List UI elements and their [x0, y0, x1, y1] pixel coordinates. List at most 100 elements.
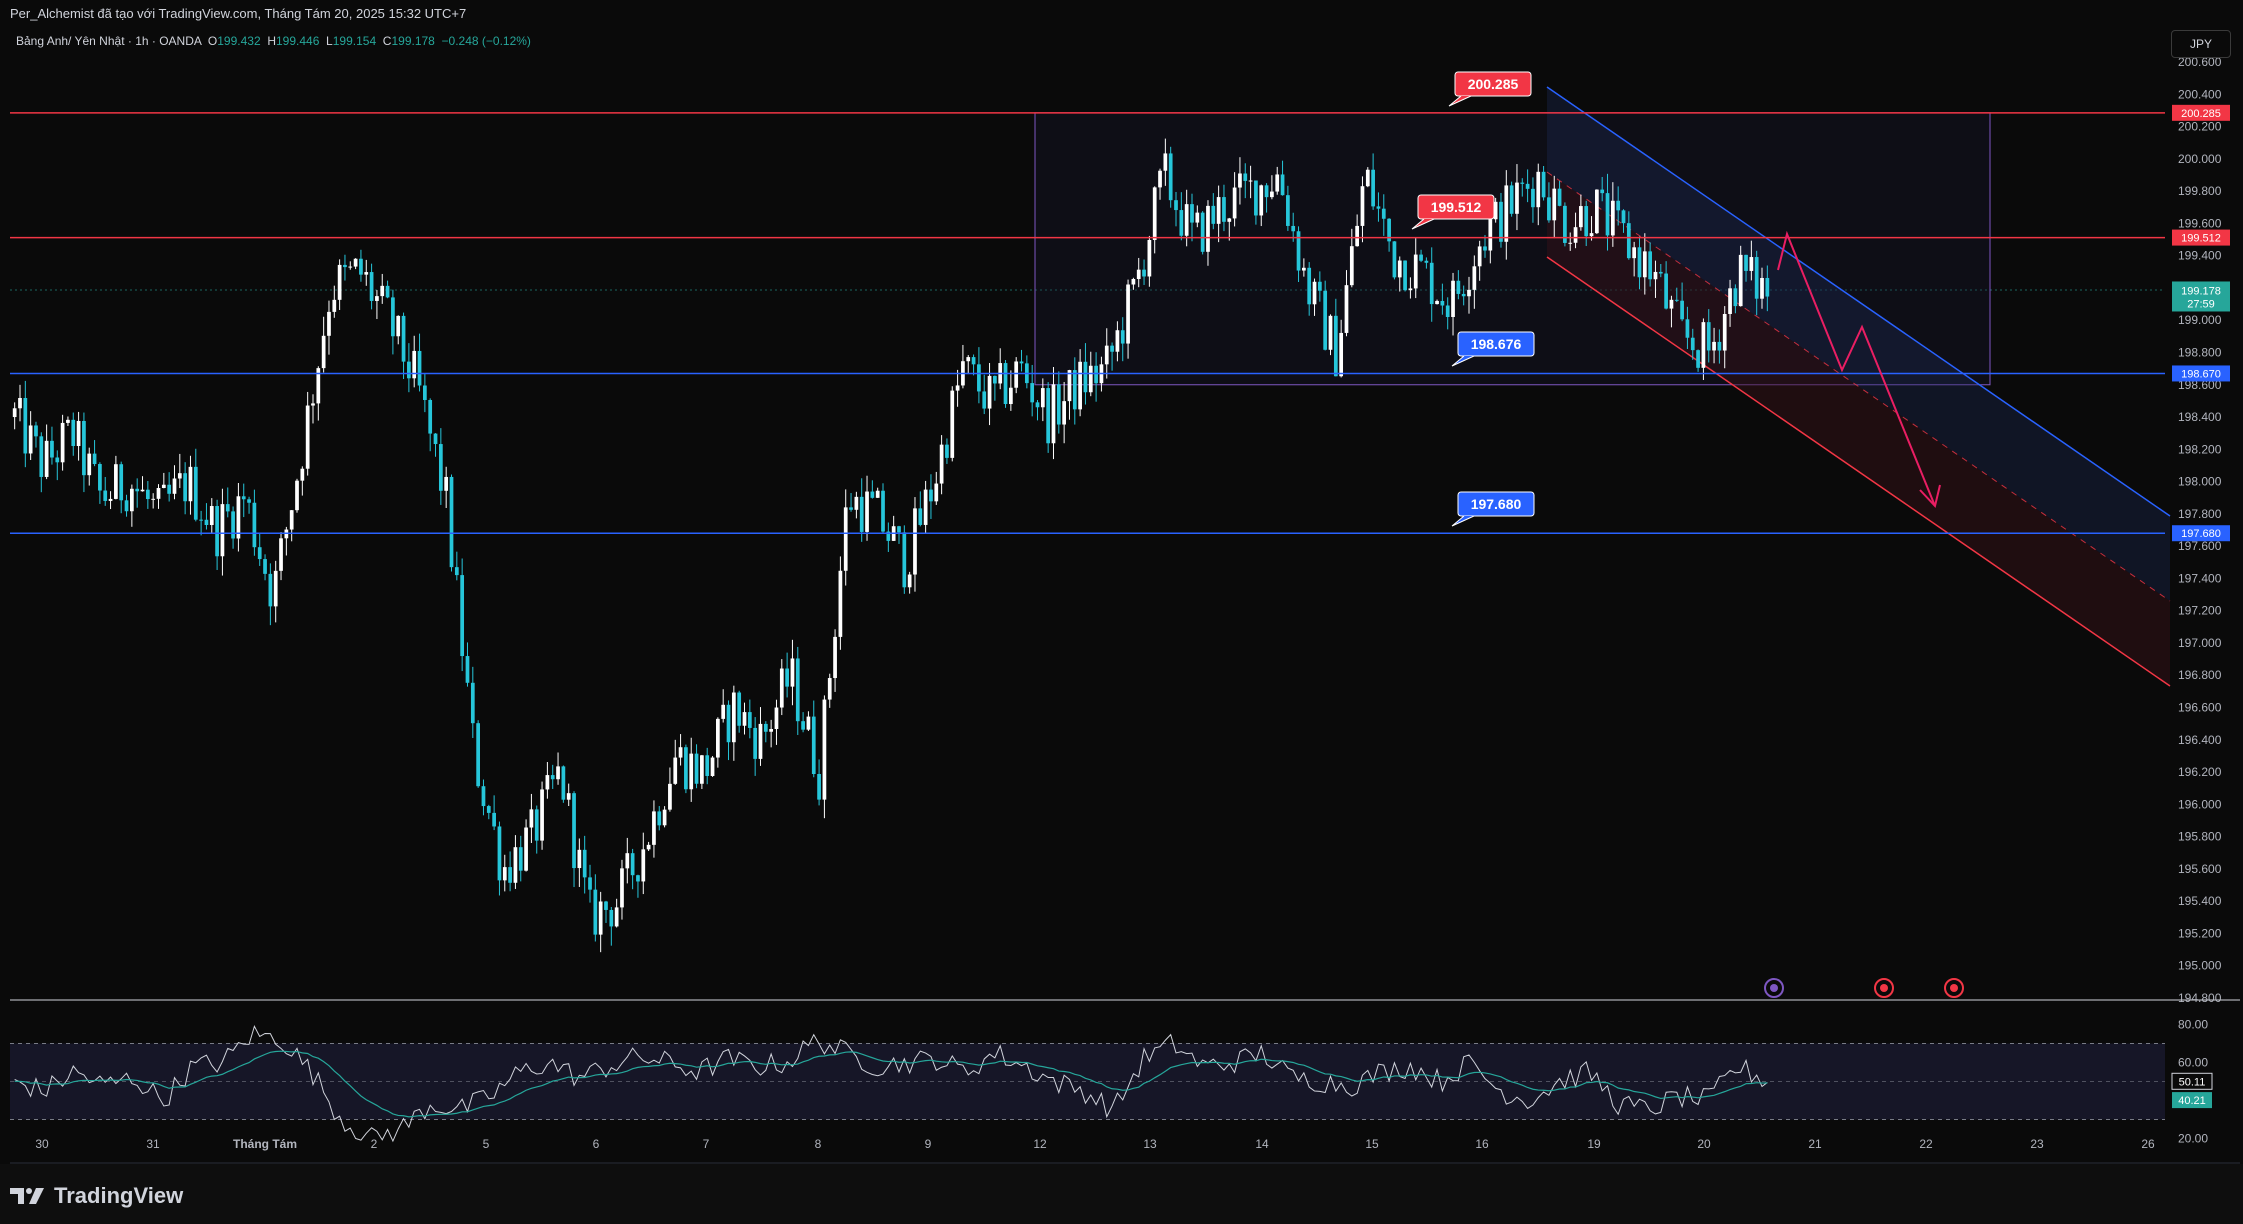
candle-body: [1195, 212, 1200, 223]
candle-body: [1328, 315, 1333, 350]
candle-body: [849, 507, 853, 510]
bar-countdown: 27:59: [2187, 298, 2215, 310]
candle-body: [779, 668, 784, 708]
candle-body: [130, 488, 134, 512]
candle-body: [1014, 361, 1019, 388]
candle: [476, 720, 480, 788]
price-chart[interactable]: 200.285199.512198.676197.680 200.600200.…: [0, 0, 2243, 1164]
candle: [321, 316, 326, 373]
candle-body: [1190, 204, 1194, 223]
candle-body: [225, 504, 230, 512]
price-tick: 196.600: [2178, 701, 2222, 715]
candle: [838, 556, 843, 650]
candle: [966, 355, 971, 375]
level-callout[interactable]: 197.680: [1451, 491, 1535, 527]
candle: [977, 347, 981, 404]
candle-body: [1254, 180, 1258, 216]
candle: [486, 804, 491, 820]
candle-body: [1728, 288, 1732, 314]
candle: [625, 837, 630, 884]
event-icons: [1764, 978, 1964, 998]
candle-body: [561, 766, 566, 800]
candle-body: [1355, 225, 1359, 247]
candle-body: [1280, 174, 1285, 196]
candle-body: [1610, 200, 1615, 236]
candle-body: [1174, 200, 1178, 211]
candle-body: [1019, 361, 1024, 364]
event-flag-icon[interactable]: [1874, 978, 1894, 998]
candle-body: [1664, 273, 1668, 309]
candle-body: [731, 692, 736, 743]
candle: [380, 273, 385, 304]
rsi-tick: 20.00: [2178, 1132, 2208, 1146]
candle-body: [1467, 289, 1471, 297]
candle: [561, 765, 566, 803]
candle: [1328, 314, 1333, 356]
candle: [614, 898, 619, 928]
candle: [534, 805, 539, 854]
candle-body: [907, 574, 912, 588]
candle-body: [353, 258, 358, 267]
candle: [923, 480, 928, 534]
candle: [401, 312, 406, 380]
candle-body: [566, 793, 571, 800]
candle-body: [1712, 341, 1716, 351]
candle-body: [172, 478, 177, 494]
candle-body: [705, 755, 710, 776]
candle-body: [577, 849, 582, 869]
currency-button[interactable]: JPY: [2171, 30, 2231, 58]
candle-body: [1424, 260, 1429, 263]
level-callout-pointer: [1451, 515, 1475, 527]
time-tick: 21: [1808, 1137, 1822, 1151]
event-record-icon[interactable]: [1944, 978, 1964, 998]
candle-body: [1056, 384, 1061, 425]
candle-body: [1094, 365, 1098, 384]
candle: [199, 510, 203, 536]
candle-body: [641, 849, 646, 882]
candle-body: [18, 398, 22, 409]
candle-body: [700, 755, 704, 784]
candle-body: [646, 844, 651, 850]
candle: [465, 642, 470, 687]
candle-body: [1717, 341, 1722, 351]
candle: [369, 263, 374, 310]
candle-body: [625, 853, 630, 869]
event-flash-icon[interactable]: [1764, 978, 1784, 998]
candle: [641, 832, 646, 895]
level-callout-label: 197.680: [1471, 496, 1522, 512]
candle-body: [1184, 204, 1189, 236]
high-label: H: [267, 34, 276, 48]
candle-body: [657, 811, 662, 826]
candle-body: [1179, 210, 1184, 236]
candle: [652, 800, 656, 858]
candle-body: [881, 490, 885, 532]
candle-body: [1722, 313, 1727, 351]
candle: [854, 491, 859, 519]
candle-body: [1680, 300, 1684, 320]
symbol-name[interactable]: Bảng Anh/ Yên Nhật · 1h · OANDA: [16, 34, 201, 48]
candle-body: [1658, 271, 1663, 274]
candle: [364, 259, 369, 286]
candle-body: [1536, 171, 1541, 208]
tradingview-logo[interactable]: TradingView: [10, 1180, 183, 1212]
level-callout[interactable]: 200.285: [1448, 71, 1532, 107]
candle: [540, 781, 544, 850]
candle-body: [1429, 262, 1434, 305]
candle-body: [609, 909, 614, 927]
candle: [913, 497, 917, 592]
price-tick: 197.200: [2178, 604, 2222, 618]
price-tick: 194.800: [2178, 991, 2222, 1005]
candle: [801, 712, 805, 733]
candle-body: [1419, 254, 1423, 261]
candle: [130, 484, 134, 527]
candle-body: [1642, 251, 1647, 278]
candle: [396, 315, 401, 345]
candle-body: [1003, 363, 1008, 405]
candle: [550, 764, 555, 789]
candle-body: [44, 440, 49, 477]
candle-body: [763, 723, 768, 732]
candle: [66, 416, 70, 426]
candle-body: [1270, 191, 1274, 198]
time-tick: Tháng Tám: [233, 1137, 297, 1151]
candle-body: [1035, 402, 1040, 408]
